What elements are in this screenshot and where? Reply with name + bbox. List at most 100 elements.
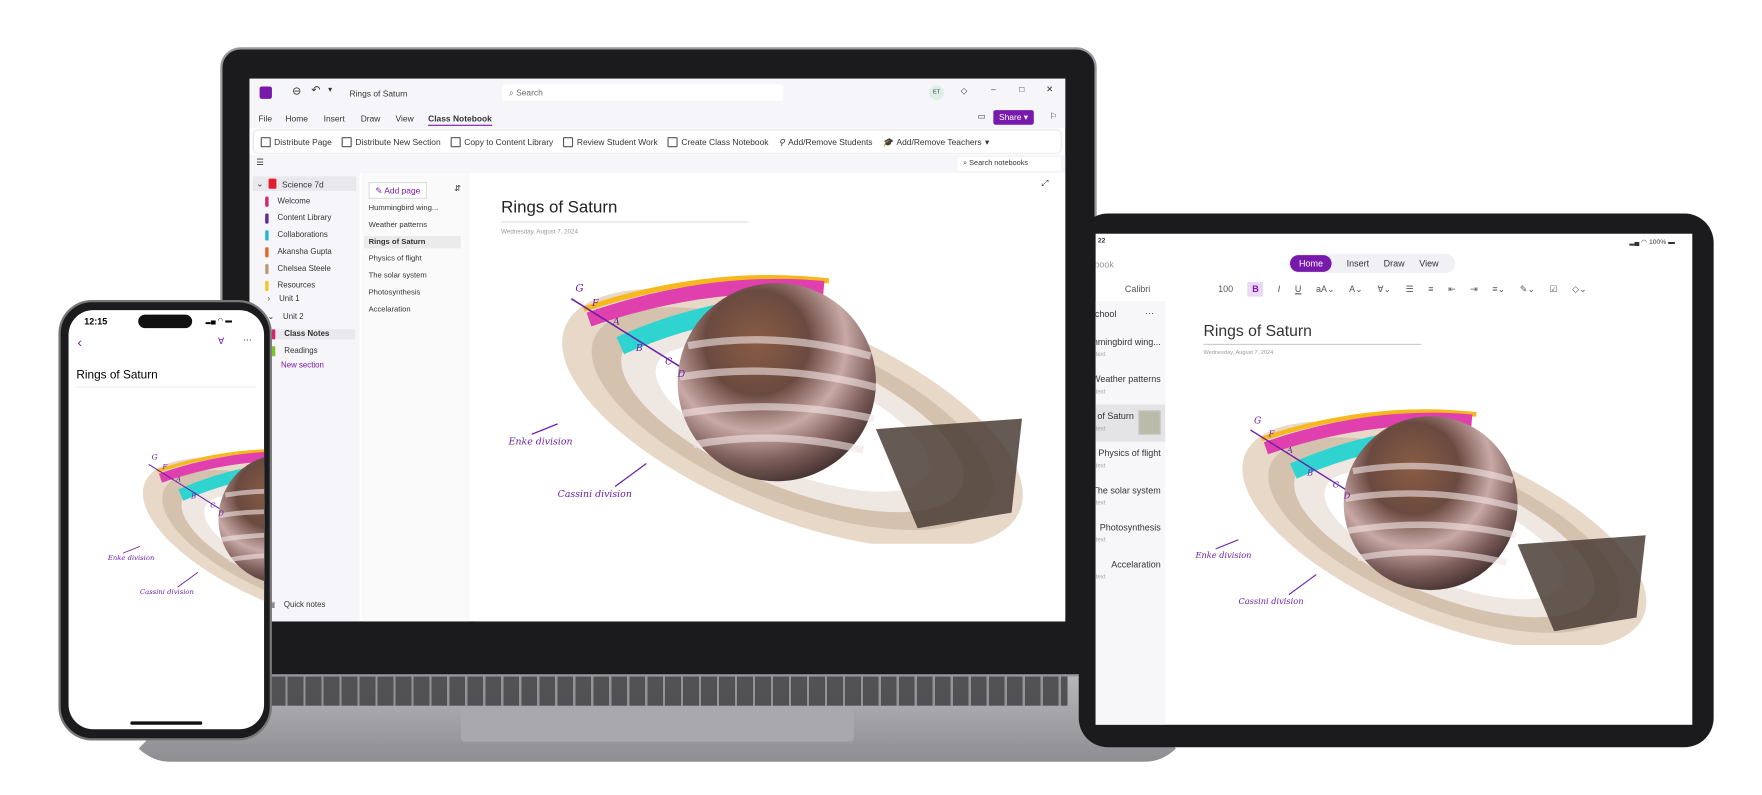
quick-access-chevron-icon[interactable]: ▾ [328, 85, 332, 95]
page-item[interactable]: Rings of Saturn [364, 235, 461, 249]
label-g: G [1254, 417, 1261, 427]
back-icon[interactable]: ⊖ [292, 85, 301, 97]
sticky-notes-icon[interactable]: ▭ [978, 111, 986, 121]
section-color-tab [265, 196, 269, 207]
bullets-icon[interactable]: ☰ [1406, 284, 1414, 294]
add-remove-students-button[interactable]: ⚲ Add/Remove Students [779, 137, 873, 147]
label-f: F [161, 463, 167, 471]
tablet-page-item[interactable]: Photosynthesis text [1096, 516, 1166, 553]
search-notebooks-input[interactable]: ⌕ Search notebooks [957, 157, 1061, 171]
menu-class-notebook[interactable]: Class Notebook [428, 113, 492, 126]
menu-file[interactable]: File [258, 113, 272, 123]
new-section-button[interactable]: +New section [267, 362, 323, 370]
search-input[interactable]: ⌕ Search [502, 84, 784, 102]
share-button[interactable]: Share ▾ [993, 110, 1034, 125]
highlighter-icon[interactable]: ∀⌄ [1377, 284, 1391, 294]
document-title: Rings of Saturn [349, 88, 408, 99]
tablet-page-item[interactable]: The solar system text [1096, 479, 1166, 516]
create-class-notebook-button[interactable]: Create Class Notebook [667, 136, 769, 147]
page-item[interactable]: Physics of flight [369, 255, 422, 263]
checkbox-icon[interactable]: ☑ [1549, 284, 1557, 294]
page-title[interactable]: Rings of Saturn [501, 198, 749, 223]
tablet-page-item[interactable]: Weather patterns text [1096, 367, 1166, 404]
align-icon[interactable]: ≡⌄ [1492, 284, 1505, 294]
menu-home[interactable]: Home [285, 113, 307, 123]
page-item[interactable]: Weather patterns [369, 221, 427, 229]
maximize-button[interactable]: □ [1019, 84, 1024, 94]
distribute-new-section-button[interactable]: Distribute New Section [341, 136, 441, 147]
tablet-page-item[interactable]: Physics of flight text [1096, 442, 1166, 479]
tab-home[interactable]: Home [1290, 255, 1332, 272]
page-canvas[interactable]: Rings of Saturn Wednesday, August 7, 202… [474, 173, 1066, 622]
section-item[interactable]: Resources [265, 280, 315, 292]
tag-icon[interactable]: ◇⌄ [1572, 284, 1586, 294]
label-d: D [1343, 491, 1351, 501]
section-item[interactable]: Welcome [265, 196, 310, 207]
pen-icon[interactable]: ∀ [218, 336, 224, 346]
font-family-select[interactable]: Calibri [1125, 284, 1204, 294]
bold-button[interactable]: B [1247, 281, 1264, 297]
quick-notes-button[interactable]: ▤Quick notes [267, 600, 325, 609]
phone-page-title[interactable]: Rings of Saturn [76, 369, 157, 382]
section-item[interactable]: Collaborations [265, 230, 328, 241]
add-page-icon: ✎ [375, 185, 385, 196]
tablet-status-icons: ▂▄ ◠ 100% ▬ [1629, 239, 1675, 247]
styles-icon[interactable]: ✎⌄ [1520, 284, 1535, 294]
distribute-page-icon [260, 136, 271, 147]
menu-view[interactable]: View [396, 113, 414, 123]
menu-insert[interactable]: Insert [324, 113, 345, 123]
page-item[interactable]: Photosynthesis [369, 289, 421, 297]
text-size-icon[interactable]: aA⌄ [1316, 284, 1335, 294]
tab-insert[interactable]: Insert [1347, 258, 1369, 268]
font-size-select[interactable]: 100 [1218, 284, 1233, 294]
add-page-button[interactable]: ✎ Add page [368, 182, 428, 199]
section-group-unit-1[interactable]: › Unit 1 [267, 296, 299, 304]
sort-icon[interactable]: ⇵ [454, 183, 461, 193]
numbering-icon[interactable]: ≡ [1428, 284, 1433, 294]
page-item[interactable]: The solar system [369, 272, 427, 280]
font-color-icon[interactable]: A⌄ [1349, 284, 1363, 294]
label-a: A [175, 476, 181, 484]
quick-notes-label: Quick notes [283, 600, 326, 609]
outdent-icon[interactable]: ⇤ [1448, 284, 1456, 294]
menu-draw[interactable]: Draw [361, 113, 381, 123]
tablet-page-item[interactable]: Rings of Saturn text [1095, 404, 1166, 442]
feedback-icon[interactable]: ⚐ [1050, 111, 1058, 121]
add-page-label: Add page [384, 185, 421, 196]
page-date: Wednesday, August 7, 2024 [501, 229, 578, 236]
avatar[interactable]: ET [929, 85, 944, 101]
tablet-notebook-name[interactable]: Notebook [1096, 260, 1114, 270]
close-button[interactable]: ✕ [1046, 84, 1053, 94]
cassini-division-label: Cassini division [558, 489, 632, 500]
review-student-work-button[interactable]: Review Student Work [563, 136, 658, 147]
section-item[interactable]: Chelsea Steele [265, 264, 331, 275]
section-readings[interactable]: Readings [271, 346, 318, 357]
undo-icon[interactable]: ↶ [311, 84, 320, 96]
tablet-page-item[interactable]: Hummingbird wing... text [1096, 330, 1166, 367]
section-group-unit-2[interactable]: ⌄ Unit 2 [267, 312, 303, 321]
more-options-icon[interactable]: ··· [243, 335, 252, 345]
copy-to-content-library-button[interactable]: Copy to Content Library [450, 136, 553, 147]
hamburger-menu-icon[interactable]: ☰ [256, 157, 264, 167]
tablet-page-item[interactable]: Accelaration text [1096, 553, 1166, 590]
back-button[interactable]: ‹ [78, 335, 82, 351]
add-remove-teachers-button[interactable]: 🎓 Add/Remove Teachers ▾ [883, 137, 990, 147]
tablet-page-title[interactable]: Rings of Saturn [1203, 321, 1422, 345]
more-options-icon[interactable]: ··· [1145, 308, 1154, 318]
section-class-notes[interactable]: Class Notes [271, 329, 356, 340]
saturn-diagram: G F A B C D Enke division Cassini divisi… [508, 252, 1036, 544]
premium-diamond-icon[interactable]: ◇ [961, 85, 967, 95]
expand-icon[interactable]: ⤢ [1042, 178, 1049, 189]
italic-button[interactable]: I [1278, 284, 1281, 294]
indent-icon[interactable]: ⇥ [1470, 284, 1478, 294]
section-item[interactable]: Akansha Gupta [265, 247, 332, 258]
tab-draw[interactable]: Draw [1384, 258, 1405, 268]
tab-view[interactable]: View [1419, 258, 1438, 268]
section-item[interactable]: Content Library [265, 213, 331, 224]
distribute-page-button[interactable]: Distribute Page [260, 136, 332, 147]
underline-button[interactable]: U [1295, 284, 1301, 294]
notebook-item[interactable]: ⌄ Science 7d [252, 176, 357, 192]
page-item[interactable]: Hummingbird wing... [369, 205, 439, 213]
page-item[interactable]: Accelaration [369, 306, 411, 314]
minimize-button[interactable]: – [991, 84, 996, 94]
